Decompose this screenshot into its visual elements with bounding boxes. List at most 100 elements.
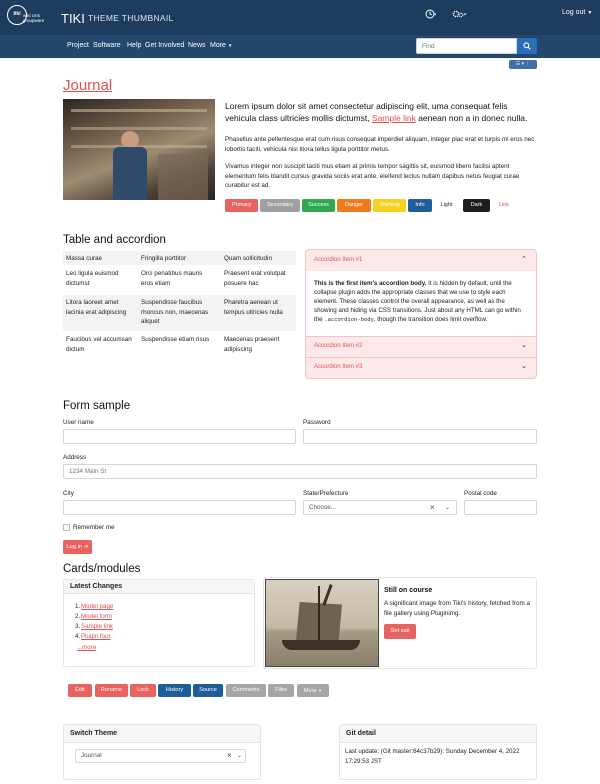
primary-button[interactable]: Primary — [225, 199, 258, 212]
lock-button[interactable]: Lock — [130, 684, 156, 697]
theme-select[interactable]: Journal × ⌄ — [75, 749, 246, 763]
user-name-input[interactable] — [63, 429, 296, 444]
danger-button[interactable]: Danger — [337, 199, 371, 212]
address-label: Address — [63, 454, 87, 461]
accordion-body-text: This is the first item's accordion body.… — [314, 280, 521, 323]
accordion-divider — [306, 357, 536, 358]
form-section-title: Form sample — [63, 400, 131, 412]
cards-section-title: Cards/modules — [63, 563, 141, 575]
nav-item-more[interactable]: More ▼ — [210, 42, 232, 49]
table-cell: Pharetra aenean ut tempus ultricies null… — [224, 299, 283, 316]
accordion-item-1-header[interactable]: Accordion Item #1 — [314, 257, 362, 263]
table-cell: Fringilla porttitor — [141, 255, 187, 262]
remember-me-checkbox[interactable] — [63, 524, 70, 531]
clear-icon[interactable]: × — [227, 751, 232, 760]
paragraph-2: Vivamus integer non suscipit taciti mus … — [225, 163, 520, 189]
more-actions-button[interactable]: More ▼ — [297, 684, 329, 697]
comments-button[interactable]: Comments — [226, 684, 266, 697]
clear-icon[interactable]: × — [430, 503, 435, 512]
set-sail-button[interactable]: Set sail — [384, 624, 416, 639]
logo-tagline: wiki cms groupware — [23, 13, 45, 23]
light-button[interactable]: Light — [434, 199, 459, 212]
chevron-down-icon[interactable]: ⌄ — [521, 341, 527, 349]
info-button[interactable]: Info — [408, 199, 432, 212]
warning-button[interactable]: Warning — [373, 199, 406, 212]
site-title[interactable]: TIKI — [61, 11, 85, 26]
accordion-item-2-header[interactable]: Accordion Item #2 — [314, 343, 362, 349]
table-cell: Suspendisse etiam risus — [141, 336, 210, 343]
table-section-title: Table and accordion — [63, 234, 166, 246]
search-icon — [523, 42, 531, 50]
caret-down-icon: ▼ — [227, 43, 233, 48]
hero-image — [63, 99, 215, 200]
link-button[interactable]: Link — [492, 199, 516, 212]
dark-button[interactable]: Dark — [463, 199, 490, 212]
nav-item-get-involved[interactable]: Get Involved — [145, 42, 184, 49]
nav-item-help[interactable]: Help — [127, 42, 141, 49]
table-cell: Maecenas praesent adipiscing — [224, 336, 280, 353]
secondary-button[interactable]: Secondary — [260, 199, 300, 212]
search-button[interactable] — [517, 38, 537, 54]
history-button[interactable]: History — [158, 684, 191, 697]
edit-button[interactable]: Edit — [68, 684, 92, 697]
nav-item-software[interactable]: Software — [93, 42, 121, 49]
chevron-up-icon[interactable]: ⌃ — [521, 255, 527, 263]
table-cell: Suspendisse faucibus rhoncus non, maecen… — [141, 299, 209, 325]
chevron-down-icon[interactable]: ⌄ — [237, 752, 242, 759]
gear-icon[interactable] — [452, 9, 468, 21]
success-button[interactable]: Success — [302, 199, 335, 212]
image-card-text: A significant image from Tiki's history,… — [384, 600, 530, 617]
chevron-down-icon: ▼ — [587, 10, 593, 16]
table-cell: Leo ligula euismod dictumst — [66, 270, 119, 287]
card-header: Switch Theme — [64, 725, 260, 743]
more-link[interactable]: ...more — [77, 644, 96, 651]
page-title: Journal — [63, 77, 113, 94]
accordion: Accordion Item #1 ⌃ This is the first it… — [305, 249, 537, 379]
list-number: 3. — [75, 623, 81, 630]
card-header: Latest Changes — [64, 580, 254, 594]
table-cell: Litora laoreet amet lacinia erat adipisc… — [66, 299, 127, 316]
page-tools-button[interactable]: ☷ ▾ ⋮ — [509, 60, 537, 69]
table-cell: Faucibus vel accumsan dictum — [66, 336, 132, 353]
address-input[interactable] — [63, 464, 537, 479]
password-input[interactable] — [303, 429, 537, 444]
clock-icon[interactable] — [425, 9, 437, 21]
tools-icon: ☷ ▾ ⋮ — [515, 61, 531, 67]
image-card-title: Still on course — [384, 587, 433, 594]
source-button[interactable]: Source — [193, 684, 223, 697]
city-input[interactable] — [63, 500, 296, 515]
remember-me-label: Remember me — [73, 524, 115, 531]
latest-change-link-2[interactable]: Model form — [81, 613, 112, 620]
site-subtitle: THEME THUMBNAIL — [88, 13, 174, 23]
state-select[interactable]: Choose... × ⌄ — [303, 500, 457, 515]
accordion-item-3-header[interactable]: Accordion Item #3 — [314, 364, 362, 370]
sample-link[interactable]: Sample link — [372, 113, 416, 123]
card-header: Git detail — [340, 725, 536, 743]
list-number: 4. — [75, 633, 81, 640]
latest-change-link-4[interactable]: Plugin four — [81, 633, 111, 640]
lead-text: Lorem ipsum dolor sit amet consectetur a… — [225, 101, 528, 123]
table-cell: Orci penatibus mauris eros etiam — [141, 270, 203, 287]
rename-button[interactable]: Rename — [95, 684, 128, 697]
password-label: Password — [303, 419, 331, 426]
accordion-divider — [306, 336, 536, 337]
table-cell: Quam sollicitudin — [224, 255, 272, 262]
search-input[interactable] — [416, 38, 517, 54]
logout-button[interactable]: Log out ▼ — [562, 9, 592, 16]
list-number: 2. — [75, 613, 81, 620]
latest-change-link-3[interactable]: Sample link — [81, 623, 113, 630]
table-cell: Praesent erat volutpat posuere hac — [224, 270, 286, 287]
list-number: 1. — [75, 603, 81, 610]
city-label: City — [63, 490, 74, 497]
nav-item-news[interactable]: News — [188, 42, 206, 49]
nav-item-project[interactable]: Project — [67, 42, 89, 49]
state-label: State/Prefecture — [303, 490, 349, 497]
postal-code-label: Postal code — [464, 490, 497, 497]
chevron-down-icon[interactable]: ⌄ — [445, 504, 450, 511]
chevron-down-icon[interactable]: ⌄ — [521, 362, 527, 370]
latest-change-link-1[interactable]: Model page — [81, 603, 113, 610]
postal-code-input[interactable] — [464, 500, 537, 515]
files-button[interactable]: Files — [268, 684, 294, 697]
top-bar: tiki wiki cms groupware TIKI THEME THUMB… — [0, 0, 600, 35]
login-button[interactable]: Log in ➜ — [63, 540, 92, 554]
